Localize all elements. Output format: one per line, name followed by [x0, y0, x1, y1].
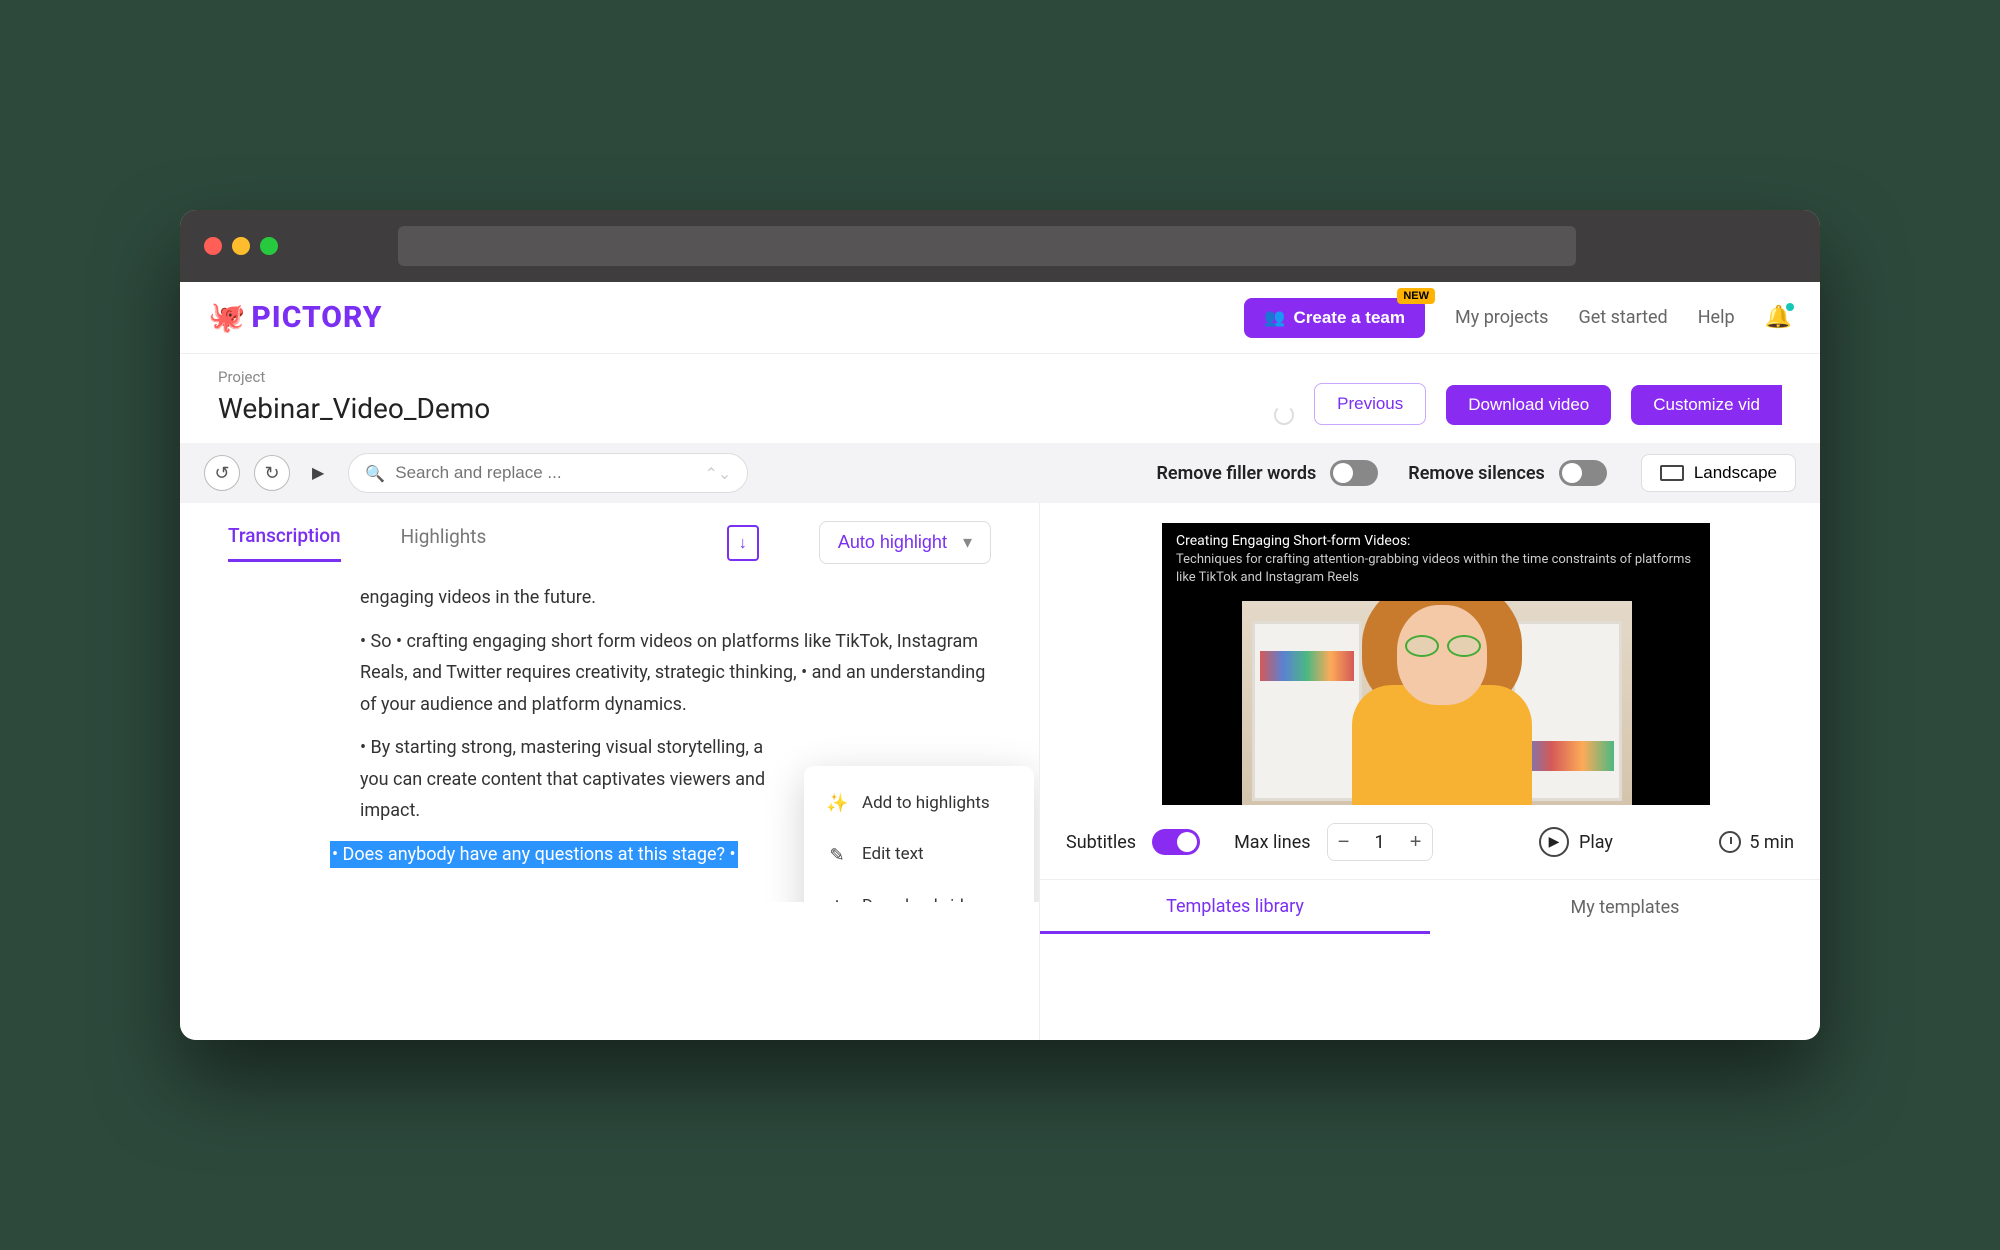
subtitles-label: Subtitles — [1066, 832, 1136, 853]
octopus-icon: 🐙 — [208, 300, 245, 335]
play-button[interactable]: ▶ Play — [1539, 827, 1613, 857]
create-team-label: Create a team — [1293, 308, 1405, 328]
nav-get-started[interactable]: Get started — [1578, 307, 1667, 328]
wand-icon: ✨ — [826, 788, 848, 820]
preview-subtitle: Techniques for crafting attention-grabbi… — [1162, 551, 1710, 591]
people-icon: 👥 — [1264, 308, 1285, 328]
maximize-window-icon[interactable] — [260, 237, 278, 255]
auto-highlight-button[interactable]: Auto highlight ▾ — [819, 521, 991, 564]
duration-display: 5 min — [1719, 831, 1794, 853]
pencil-icon: ✎ — [826, 840, 848, 872]
template-tabs: Templates library My templates — [1040, 879, 1820, 935]
remove-filler-toggle[interactable] — [1330, 460, 1378, 486]
chevrons-updown-icon[interactable]: ⌃⌄ — [705, 464, 732, 483]
play-icon: ▶ — [1539, 827, 1569, 857]
project-name: Webinar_Video_Demo — [218, 392, 490, 425]
preview-frame — [1242, 601, 1632, 805]
editor-toolbar: ↺ ↻ ▶ 🔍 ⌃⌄ Remove filler words Remove si… — [180, 443, 1820, 503]
menu-download-video[interactable]: ⭳ Download video — [804, 881, 1034, 902]
transcript-line[interactable]: engaging videos in the future. — [360, 582, 991, 614]
topbar: 🐙 PICTORY 👥 Create a team NEW My project… — [180, 282, 1820, 354]
notifications-button[interactable]: 🔔 — [1765, 305, 1792, 330]
decrement-button[interactable]: − — [1328, 824, 1360, 860]
preview-title: Creating Engaging Short-form Videos: — [1162, 523, 1710, 551]
orientation-button[interactable]: Landscape — [1641, 454, 1796, 492]
remove-silences-label: Remove silences — [1408, 463, 1545, 484]
address-bar[interactable] — [398, 226, 1576, 266]
search-input[interactable] — [395, 463, 694, 483]
nav-help[interactable]: Help — [1698, 307, 1735, 328]
search-replace-field[interactable]: 🔍 ⌃⌄ — [348, 453, 748, 493]
close-window-icon[interactable] — [204, 237, 222, 255]
redo-button[interactable]: ↻ — [254, 455, 290, 491]
orientation-label: Landscape — [1694, 463, 1777, 483]
download-transcript-icon[interactable] — [727, 525, 759, 561]
max-lines-value: 1 — [1360, 832, 1400, 853]
app-root: 🐙 PICTORY 👥 Create a team NEW My project… — [180, 282, 1820, 1040]
loading-spinner-icon — [1274, 405, 1294, 425]
download-video-button[interactable]: Download video — [1446, 385, 1611, 425]
transcript-pane: Transcription Highlights Auto highlight … — [180, 503, 1040, 1040]
customize-video-button[interactable]: Customize vid — [1631, 385, 1782, 425]
menu-add-highlight[interactable]: ✨ Add to highlights — [804, 778, 1034, 830]
chevron-down-icon: ▾ — [963, 532, 972, 553]
main-split: Transcription Highlights Auto highlight … — [180, 503, 1820, 1040]
bookshelf-left-icon — [1252, 621, 1362, 801]
clock-icon — [1719, 831, 1741, 853]
max-lines-label: Max lines — [1234, 832, 1310, 853]
logo-text: PICTORY — [251, 300, 382, 335]
tab-my-templates[interactable]: My templates — [1430, 883, 1820, 932]
logo[interactable]: 🐙 PICTORY — [208, 300, 382, 335]
transcript-tabs: Transcription Highlights Auto highlight … — [180, 503, 1039, 582]
preview-controls: Subtitles Max lines − 1 + ▶ Play — [1040, 805, 1820, 879]
preview-pane: Creating Engaging Short-form Videos: Tec… — [1040, 503, 1820, 1040]
auto-highlight-label: Auto highlight — [838, 532, 947, 553]
new-badge: NEW — [1397, 288, 1435, 304]
tab-highlights[interactable]: Highlights — [401, 525, 487, 560]
nav-my-projects[interactable]: My projects — [1455, 307, 1548, 328]
minimize-window-icon[interactable] — [232, 237, 250, 255]
remove-silences-toggle[interactable] — [1559, 460, 1607, 486]
max-lines-stepper[interactable]: − 1 + — [1327, 823, 1433, 861]
transcript-body[interactable]: engaging videos in the future. • So • cr… — [180, 582, 1039, 902]
video-preview[interactable]: Creating Engaging Short-form Videos: Tec… — [1162, 523, 1710, 805]
context-menu: ✨ Add to highlights ✎ Edit text ⭳ Downlo… — [804, 766, 1034, 902]
landscape-icon — [1660, 465, 1684, 481]
tab-templates-library[interactable]: Templates library — [1040, 882, 1430, 934]
project-label: Project — [218, 368, 490, 386]
subtitles-toggle[interactable] — [1152, 829, 1200, 855]
previous-button[interactable]: Previous — [1314, 383, 1426, 425]
play-toolbar-button[interactable]: ▶ — [312, 463, 324, 483]
increment-button[interactable]: + — [1400, 824, 1432, 860]
browser-window: 🐙 PICTORY 👥 Create a team NEW My project… — [180, 210, 1820, 1040]
project-header: Project Webinar_Video_Demo Previous Down… — [180, 354, 1820, 443]
undo-button[interactable]: ↺ — [204, 455, 240, 491]
create-team-button[interactable]: 👥 Create a team NEW — [1244, 298, 1425, 338]
search-icon: 🔍 — [365, 464, 385, 483]
notification-dot-icon — [1786, 303, 1794, 311]
remove-filler-label: Remove filler words — [1156, 463, 1316, 484]
menu-edit-text[interactable]: ✎ Edit text — [804, 830, 1034, 882]
transcript-line[interactable]: • So • crafting engaging short form vide… — [360, 626, 991, 721]
tab-transcription[interactable]: Transcription — [228, 524, 341, 562]
download-icon: ⭳ — [826, 891, 848, 902]
browser-titlebar — [180, 210, 1820, 282]
glasses-icon — [1405, 635, 1481, 657]
